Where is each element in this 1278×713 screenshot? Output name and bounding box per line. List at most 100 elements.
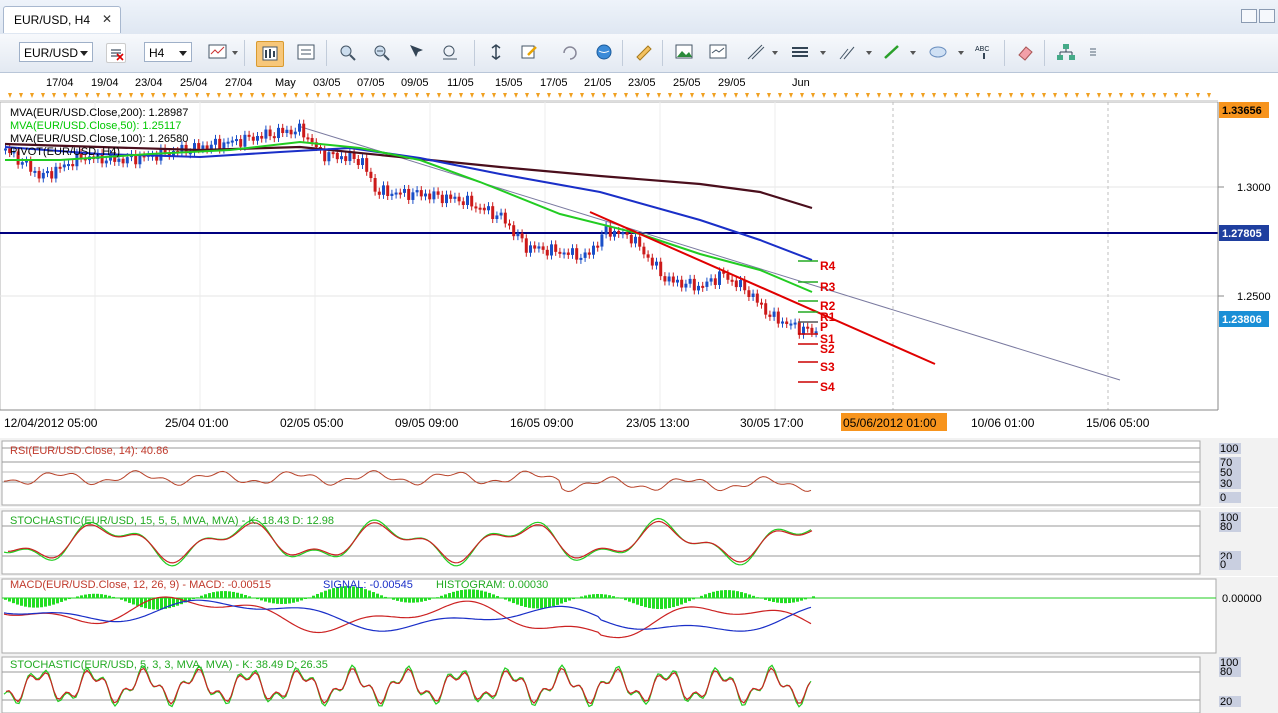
candle-body: [785, 321, 789, 325]
chart-type-icon[interactable]: [208, 43, 227, 61]
candle-body: [554, 244, 558, 252]
toolbar-overflow-icon[interactable]: [1088, 43, 1098, 61]
symbol-select[interactable]: EUR/USD: [19, 42, 93, 62]
maximize-window-icon[interactable]: [1259, 9, 1275, 23]
candle-body: [508, 223, 511, 226]
rotate-icon[interactable]: [560, 43, 578, 61]
pivot-label: S2: [820, 342, 835, 356]
indicator-axis-label: 30: [1220, 478, 1232, 490]
top-axis-label: 27/04: [225, 77, 253, 89]
candle-body: [340, 156, 343, 160]
pivot-label: S4: [820, 380, 835, 394]
candle-body: [587, 252, 591, 255]
rsi-axis: 1007050300: [1219, 443, 1241, 504]
chevron-down-icon[interactable]: [910, 51, 916, 55]
chevron-down-icon[interactable]: [866, 51, 872, 55]
zoom-area-icon[interactable]: [440, 43, 458, 61]
price-tick-2: 1.2500: [1237, 291, 1271, 303]
trend-line-icon[interactable]: [838, 43, 856, 61]
text-label-icon[interactable]: ABC: [974, 43, 992, 61]
candle-body: [41, 172, 45, 179]
candle-body: [71, 164, 75, 167]
candle-body: [705, 281, 709, 287]
candle-body: [373, 178, 377, 192]
candle-body: [445, 194, 448, 204]
data-window-icon[interactable]: [296, 43, 315, 61]
indicator-axis-label: 80: [1220, 666, 1232, 678]
candle-body: [503, 212, 507, 224]
zoom-in-icon[interactable]: [338, 43, 356, 61]
candle-body: [755, 293, 759, 303]
candle-body: [760, 302, 763, 305]
top-axis-label: 25/05: [673, 77, 701, 89]
top-axis-label: 19/04: [91, 77, 119, 89]
time-axis-label: 05/06/2012 01:00: [843, 416, 937, 430]
candle-body: [474, 206, 478, 209]
template-icon[interactable]: [708, 43, 727, 61]
macd-histogram-legend: HISTOGRAM: 0.00030: [436, 579, 548, 591]
restore-window-icon[interactable]: [1241, 9, 1257, 23]
draw-line-icon[interactable]: [882, 43, 900, 61]
stochastic-panel-1[interactable]: STOCHASTIC(EUR/USD, 15, 5, 5, MVA, MVA) …: [0, 508, 1278, 576]
rsi-panel[interactable]: RSI(EUR/USD.Close, 14): 40.86 1007050300: [0, 438, 1278, 507]
ellipse-icon[interactable]: [928, 43, 947, 61]
candle-body: [688, 278, 692, 284]
candle-body: [617, 230, 621, 234]
candle-body: [806, 326, 810, 329]
zoom-out-icon[interactable]: [372, 43, 390, 61]
candle-body: [772, 311, 776, 317]
horizontal-lines-icon[interactable]: [790, 43, 808, 61]
top-axis-label: 21/05: [584, 77, 612, 89]
price-tick-1: 1.3000: [1237, 182, 1271, 194]
candle-body: [327, 152, 331, 162]
remove-symbol-icon[interactable]: [106, 43, 126, 63]
candle-body: [201, 145, 205, 150]
macd-panel[interactable]: MACD(EUR/USD.Close, 12, 26, 9) - MACD: -…: [0, 577, 1278, 655]
toolbar-separator: [1044, 40, 1045, 66]
svg-text:ABC: ABC: [975, 46, 989, 53]
close-tab-icon[interactable]: ✕: [102, 12, 112, 26]
auto-scale-icon[interactable]: [486, 43, 504, 61]
candle-body: [243, 134, 247, 147]
chart-style-active-icon[interactable]: [256, 41, 284, 67]
candle-body: [277, 127, 280, 139]
chevron-down-icon[interactable]: [958, 51, 964, 55]
globe-icon[interactable]: [594, 43, 612, 61]
chevron-down-icon[interactable]: [772, 51, 778, 55]
candle-body: [398, 192, 402, 195]
candle-body: [239, 139, 243, 147]
chart-tab[interactable]: EUR/USD, H4 ✕: [3, 6, 121, 33]
chevron-down-icon[interactable]: [232, 51, 238, 55]
candle-body: [20, 162, 24, 165]
candle-body: [260, 135, 264, 139]
candle-body: [659, 261, 663, 277]
candle-body: [655, 261, 658, 266]
ruler-icon[interactable]: [634, 43, 652, 61]
candle-body: [310, 137, 314, 143]
candle-body: [575, 248, 579, 260]
eraser-icon[interactable]: [1016, 43, 1034, 61]
crosshair-icon[interactable]: [406, 43, 424, 61]
stochastic-panel-2[interactable]: STOCHASTIC(EUR/USD, 5, 3, 3, MVA, MVA) -…: [0, 655, 1278, 713]
fibonacci-icon[interactable]: [746, 43, 765, 61]
candle-body: [361, 158, 364, 166]
candle-body: [625, 232, 629, 235]
top-date-axis: 17/04 19/04 23/04 25/04 27/04 May 03/05 07/05 09…: [0, 73, 1278, 103]
indicator-axis-label: 100: [1220, 443, 1238, 455]
candle-body: [516, 233, 520, 237]
candle-body: [436, 191, 440, 195]
landscape-icon[interactable]: [674, 43, 693, 61]
candle-body: [453, 196, 457, 199]
hierarchy-icon[interactable]: [1056, 43, 1075, 61]
toolbar-separator: [622, 40, 623, 66]
top-axis-label: 11/05: [447, 77, 474, 89]
candle-body: [470, 195, 474, 207]
price-chart[interactable]: R4R3R2R1PS1S2S3S4 MVA(EUR/USD.Close,200)…: [0, 102, 1278, 435]
candle-body: [117, 158, 121, 162]
chevron-down-icon[interactable]: [820, 51, 826, 55]
top-axis-label: May: [275, 77, 296, 89]
window-tab-bar: EUR/USD, H4 ✕: [0, 0, 1278, 35]
edit-icon[interactable]: [520, 43, 538, 61]
timeframe-select[interactable]: H4: [144, 42, 192, 62]
candle-body: [67, 164, 70, 167]
